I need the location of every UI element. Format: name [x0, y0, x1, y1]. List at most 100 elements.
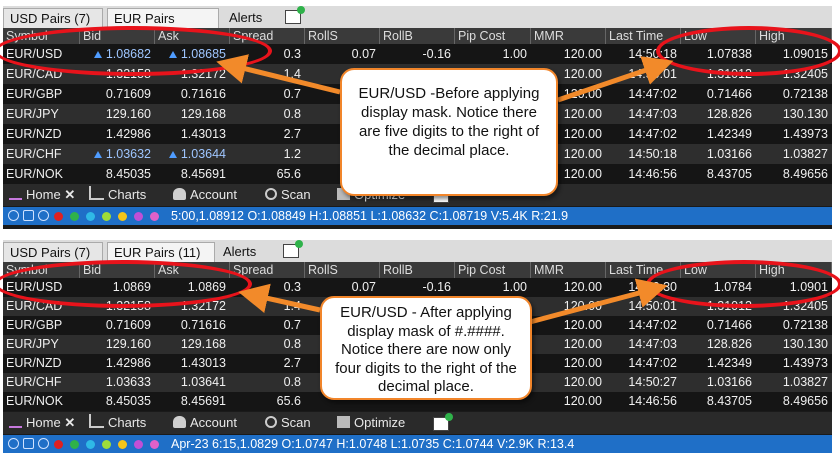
cell-mmr[interactable]: 120.00 — [531, 316, 606, 335]
cell-symbol[interactable]: EUR/NZD — [3, 124, 80, 144]
cell-high[interactable]: 8.49656 — [756, 164, 832, 184]
tab-account[interactable]: Account — [173, 412, 237, 434]
cell-ask[interactable]: 129.168 — [155, 104, 230, 124]
cell-rollb[interactable]: -0.16 — [380, 44, 455, 64]
cell-low[interactable]: 8.43705 — [681, 392, 756, 411]
cell-lasttime[interactable]: 14:46:56 — [606, 164, 681, 184]
infinity-icon[interactable] — [38, 210, 49, 221]
purple-dot-icon[interactable] — [134, 440, 143, 449]
col-pip-cost[interactable]: Pip Cost — [455, 262, 531, 278]
cell-symbol[interactable]: EUR/GBP — [3, 84, 80, 104]
cell-bid[interactable]: 1.42986 — [80, 354, 155, 373]
tab-usd-pairs[interactable]: USD Pairs (7) — [3, 242, 103, 262]
cell-symbol[interactable]: EUR/CHF — [3, 144, 80, 164]
cell-spread[interactable]: 0.8 — [230, 373, 305, 392]
cell-rollb[interactable]: -0.16 — [380, 278, 455, 297]
cell-high[interactable]: 1.43973 — [756, 354, 832, 373]
cell-pipcost[interactable]: 1.00 — [455, 44, 531, 64]
yellow-dot-icon[interactable] — [118, 440, 127, 449]
cell-lasttime[interactable]: 14:47:02 — [606, 84, 681, 104]
cell-mmr[interactable]: 120.00 — [531, 44, 606, 64]
new-tab-icon[interactable] — [285, 6, 305, 24]
link-icon[interactable] — [23, 210, 34, 221]
connection-icon[interactable] — [8, 210, 19, 221]
cell-spread[interactable]: 0.8 — [230, 104, 305, 124]
cell-bid[interactable]: 8.45035 — [80, 164, 155, 184]
cell-high[interactable]: 8.49656 — [756, 392, 832, 411]
cell-bid[interactable]: 129.160 — [80, 104, 155, 124]
tab-alerts[interactable]: Alerts — [223, 8, 268, 28]
cell-symbol[interactable]: EUR/CHF — [3, 373, 80, 392]
new-tab-icon[interactable] — [283, 240, 303, 258]
cell-ask[interactable]: 1.43013 — [155, 354, 230, 373]
cell-symbol[interactable]: EUR/NOK — [3, 164, 80, 184]
cell-low[interactable]: 128.826 — [681, 335, 756, 354]
cell-lasttime[interactable]: 14:47:03 — [606, 335, 681, 354]
cell-low[interactable]: 0.71466 — [681, 84, 756, 104]
cell-pipcost[interactable]: 1.00 — [455, 278, 531, 297]
cell-spread[interactable]: 1.4 — [230, 297, 305, 316]
cell-ask[interactable]: 129.168 — [155, 335, 230, 354]
cell-mmr[interactable]: 120.00 — [531, 335, 606, 354]
cell-ask[interactable]: 1.03644 — [155, 144, 230, 164]
cell-bid[interactable]: 1.03632 — [80, 144, 155, 164]
connection-icon[interactable] — [8, 438, 19, 449]
cell-bid[interactable]: 0.71609 — [80, 84, 155, 104]
cell-low[interactable]: 8.43705 — [681, 164, 756, 184]
lime-dot-icon[interactable] — [102, 440, 111, 449]
col-mmr[interactable]: MMR — [531, 28, 606, 44]
cell-ask[interactable]: 0.71616 — [155, 84, 230, 104]
cell-lasttime[interactable]: 14:50:18 — [606, 144, 681, 164]
col-mmr[interactable]: MMR — [531, 262, 606, 278]
cell-ask[interactable]: 8.45691 — [155, 392, 230, 411]
tab-charts[interactable]: Charts — [89, 412, 146, 434]
cell-spread[interactable]: 0.8 — [230, 335, 305, 354]
cell-spread[interactable]: 1.2 — [230, 144, 305, 164]
red-dot-icon[interactable] — [54, 212, 63, 221]
cell-high[interactable]: 1.03827 — [756, 373, 832, 392]
cell-high[interactable]: 0.72138 — [756, 84, 832, 104]
link-icon[interactable] — [23, 438, 34, 449]
cell-ask[interactable]: 1.03641 — [155, 373, 230, 392]
col-rollb[interactable]: RollB — [380, 28, 455, 44]
cell-ask[interactable]: 0.71616 — [155, 316, 230, 335]
cell-symbol[interactable]: EUR/JPY — [3, 104, 80, 124]
infinity-icon[interactable] — [38, 438, 49, 449]
cell-high[interactable]: 0.72138 — [756, 316, 832, 335]
col-rolls[interactable]: RollS — [305, 262, 380, 278]
magenta-dot-icon[interactable] — [150, 212, 159, 221]
cell-high[interactable]: 1.03827 — [756, 144, 832, 164]
cell-bid[interactable]: 1.03633 — [80, 373, 155, 392]
tab-scan[interactable]: Scan — [265, 184, 311, 206]
close-icon[interactable]: ✕ — [64, 415, 75, 430]
cell-spread[interactable]: 0.7 — [230, 84, 305, 104]
cell-spread[interactable]: 2.7 — [230, 354, 305, 373]
col-pip-cost[interactable]: Pip Cost — [455, 28, 531, 44]
cell-symbol[interactable]: EUR/GBP — [3, 316, 80, 335]
cell-bid[interactable]: 129.160 — [80, 335, 155, 354]
red-dot-icon[interactable] — [54, 440, 63, 449]
cell-symbol[interactable]: EUR/JPY — [3, 335, 80, 354]
tab-charts[interactable]: Charts — [89, 184, 146, 206]
col-rollb[interactable]: RollB — [380, 262, 455, 278]
cell-low[interactable]: 128.826 — [681, 104, 756, 124]
cell-mmr[interactable]: 120.00 — [531, 354, 606, 373]
tab-usd-pairs[interactable]: USD Pairs (7) — [3, 8, 103, 28]
cell-low[interactable]: 1.42349 — [681, 354, 756, 373]
tab-eur-pairs[interactable]: EUR Pairs (11) — [107, 242, 215, 262]
cell-rolls[interactable]: 0.07 — [305, 278, 380, 297]
cell-lasttime[interactable]: 14:47:02 — [606, 316, 681, 335]
cell-lasttime[interactable]: 14:50:27 — [606, 373, 681, 392]
purple-dot-icon[interactable] — [134, 212, 143, 221]
col-rolls[interactable]: RollS — [305, 28, 380, 44]
cell-ask[interactable]: 8.45691 — [155, 164, 230, 184]
cell-mmr[interactable]: 120.00 — [531, 392, 606, 411]
green-dot-icon[interactable] — [70, 212, 79, 221]
new-tab-icon[interactable] — [433, 413, 453, 431]
green-dot-icon[interactable] — [70, 440, 79, 449]
cell-lasttime[interactable]: 14:47:02 — [606, 124, 681, 144]
tab-eur-pairs[interactable]: EUR Pairs (11)✕ — [107, 8, 219, 46]
tab-home[interactable]: Home ✕ — [9, 184, 75, 206]
tab-account[interactable]: Account — [173, 184, 237, 206]
cell-spread[interactable]: 2.7 — [230, 124, 305, 144]
